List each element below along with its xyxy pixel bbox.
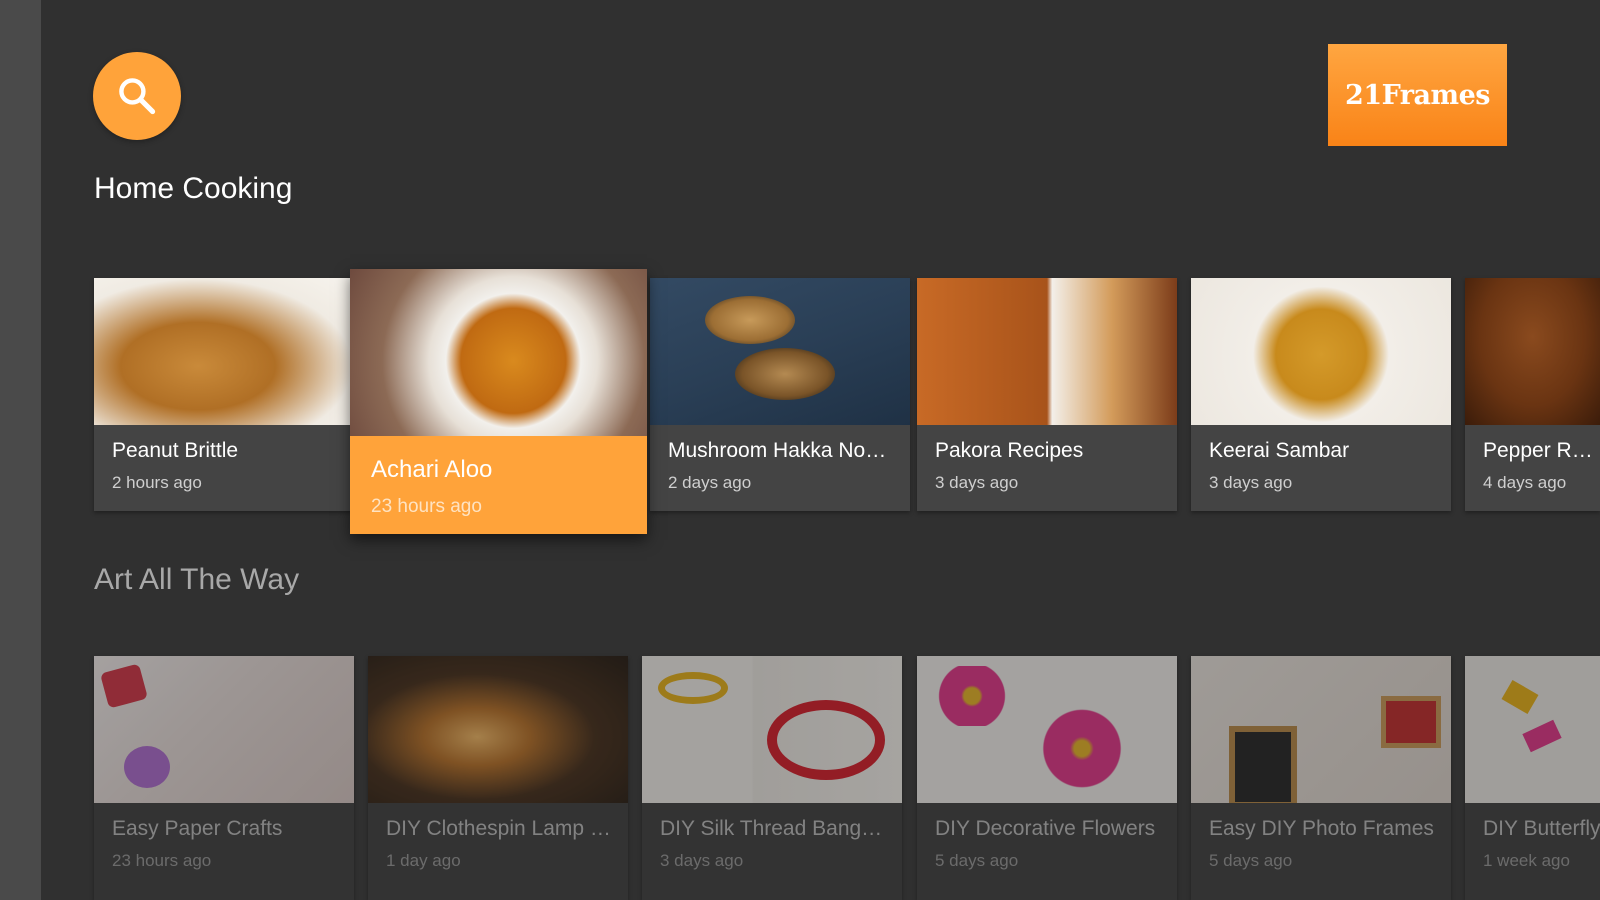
video-card[interactable]: Pakora Recipes 3 days ago — [917, 278, 1177, 511]
video-thumbnail — [917, 278, 1177, 425]
video-timestamp: 5 days ago — [1209, 851, 1293, 870]
video-title: DIY Clothespin Lamp S... — [386, 817, 611, 840]
video-timestamp: 3 days ago — [660, 851, 744, 870]
video-title: Mushroom Hakka Noo... — [668, 439, 893, 462]
video-card-focused[interactable]: Achari Aloo 23 hours ago — [350, 269, 647, 534]
video-timestamp: 5 days ago — [935, 851, 1019, 870]
video-timestamp: 4 days ago — [1483, 473, 1567, 492]
video-timestamp: 2 hours ago — [112, 473, 202, 492]
video-thumbnail — [94, 278, 354, 425]
video-title: Easy Paper Crafts — [112, 817, 283, 840]
video-thumbnail — [1191, 656, 1451, 803]
video-thumbnail — [1191, 278, 1451, 425]
search-icon — [119, 78, 156, 115]
row-title-art-all-the-way: Art All The Way — [94, 563, 300, 596]
video-card[interactable]: Pepper Recip 4 days ago — [1465, 278, 1600, 511]
video-thumbnail — [1465, 656, 1600, 803]
video-card[interactable]: Keerai Sambar 3 days ago — [1191, 278, 1451, 511]
video-thumbnail — [350, 269, 647, 436]
video-title: DIY Decorative Flowers — [935, 817, 1156, 840]
row-title-home-cooking: Home Cooking — [94, 172, 293, 205]
video-title: Pepper Recip — [1483, 439, 1600, 462]
video-title: DIY Silk Thread Bangles — [660, 817, 885, 840]
video-timestamp: 3 days ago — [935, 473, 1019, 492]
video-timestamp: 3 days ago — [1209, 473, 1293, 492]
video-title: Pakora Recipes — [935, 439, 1084, 462]
brand-logo-text: 21Frames — [1345, 79, 1490, 111]
side-rail — [0, 0, 41, 900]
video-thumbnail — [94, 656, 354, 803]
video-timestamp: 1 week ago — [1483, 851, 1570, 870]
video-timestamp: 23 hours ago — [371, 496, 482, 517]
video-card[interactable]: Easy Paper Crafts 23 hours ago — [94, 656, 354, 900]
video-thumbnail — [917, 656, 1177, 803]
video-title: DIY Butterfly — [1483, 817, 1600, 840]
video-title: Keerai Sambar — [1209, 439, 1350, 462]
search-button[interactable] — [93, 52, 181, 140]
video-card[interactable]: DIY Butterfly 1 week ago — [1465, 656, 1600, 900]
video-timestamp: 1 day ago — [386, 851, 461, 870]
video-card[interactable]: Mushroom Hakka Noo... 2 days ago — [650, 278, 910, 511]
video-timestamp: 2 days ago — [668, 473, 752, 492]
video-thumbnail — [642, 656, 902, 803]
video-title: Easy DIY Photo Frames — [1209, 817, 1434, 840]
video-thumbnail — [1465, 278, 1600, 425]
video-card[interactable]: Easy DIY Photo Frames 5 days ago — [1191, 656, 1451, 900]
video-timestamp: 23 hours ago — [112, 851, 212, 870]
video-card[interactable]: Peanut Brittle 2 hours ago — [94, 278, 354, 511]
video-thumbnail — [650, 278, 910, 425]
video-title: Achari Aloo — [371, 456, 493, 483]
video-card[interactable]: DIY Clothespin Lamp S... 1 day ago — [368, 656, 628, 900]
video-title: Peanut Brittle — [112, 439, 239, 462]
brand-logo: 21Frames — [1328, 44, 1507, 146]
video-card[interactable]: DIY Silk Thread Bangles 3 days ago — [642, 656, 902, 900]
video-thumbnail — [368, 656, 628, 803]
video-card[interactable]: DIY Decorative Flowers 5 days ago — [917, 656, 1177, 900]
